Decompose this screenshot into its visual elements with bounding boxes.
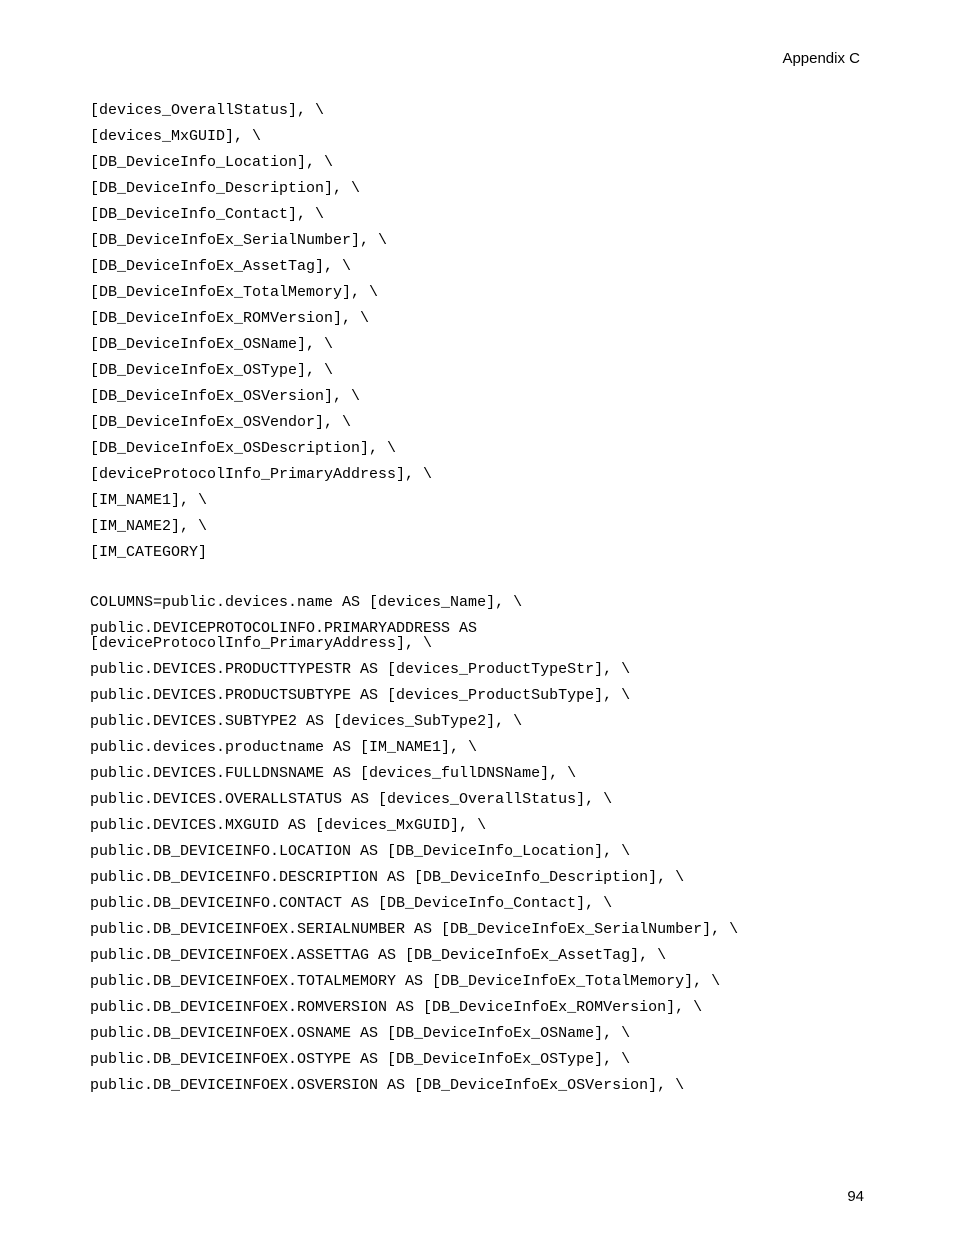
code-line: [IM_NAME2], \	[90, 513, 864, 539]
code-line: public.devices.productname AS [IM_NAME1]…	[90, 734, 864, 760]
code-line: [DB_DeviceInfo_Contact], \	[90, 201, 864, 227]
code-line: public.DEVICES.PRODUCTSUBTYPE AS [device…	[90, 682, 864, 708]
code-line: [DB_DeviceInfoEx_OSDescription], \	[90, 435, 864, 461]
code-line: [devices_OverallStatus], \	[90, 97, 864, 123]
code-line: [deviceProtocolInfo_PrimaryAddress], \	[90, 461, 864, 487]
code-line: [DB_DeviceInfoEx_OSType], \	[90, 357, 864, 383]
code-line: public.DB_DEVICEINFOEX.ROMVERSION AS [DB…	[90, 994, 864, 1020]
appendix-header: Appendix C	[90, 50, 864, 67]
code-line: [DB_DeviceInfoEx_OSName], \	[90, 331, 864, 357]
code-line: public.DB_DEVICEINFOEX.OSTYPE AS [DB_Dev…	[90, 1046, 864, 1072]
code-line: public.DB_DEVICEINFO.DESCRIPTION AS [DB_…	[90, 864, 864, 890]
code-line: public.DB_DEVICEINFOEX.OSVERSION AS [DB_…	[90, 1072, 864, 1098]
code-line: public.DEVICES.FULLDNSNAME AS [devices_f…	[90, 760, 864, 786]
page-number: 94	[847, 1188, 864, 1205]
code-line: public.DEVICEPROTOCOLINFO.PRIMARYADDRESS…	[90, 615, 864, 656]
code-line: [DB_DeviceInfo_Description], \	[90, 175, 864, 201]
code-line: [devices_MxGUID], \	[90, 123, 864, 149]
page-container: Appendix C [devices_OverallStatus], \[de…	[0, 0, 954, 1235]
code-line: public.DEVICES.SUBTYPE2 AS [devices_SubT…	[90, 708, 864, 734]
code-block: [devices_OverallStatus], \[devices_MxGUI…	[90, 97, 864, 1098]
code-line: public.DB_DEVICEINFOEX.SERIALNUMBER AS […	[90, 916, 864, 942]
code-line: [IM_NAME1], \	[90, 487, 864, 513]
blank-line	[90, 565, 864, 589]
code-line: COLUMNS=public.devices.name AS [devices_…	[90, 589, 864, 615]
code-line: [DB_DeviceInfoEx_OSVersion], \	[90, 383, 864, 409]
code-line: [DB_DeviceInfoEx_SerialNumber], \	[90, 227, 864, 253]
code-line: public.DB_DEVICEINFOEX.OSNAME AS [DB_Dev…	[90, 1020, 864, 1046]
code-line: [DB_DeviceInfoEx_ROMVersion], \	[90, 305, 864, 331]
code-line: [DB_DeviceInfoEx_AssetTag], \	[90, 253, 864, 279]
code-line: [DB_DeviceInfoEx_TotalMemory], \	[90, 279, 864, 305]
code-line: [IM_CATEGORY]	[90, 539, 864, 565]
code-line: public.DB_DEVICEINFOEX.ASSETTAG AS [DB_D…	[90, 942, 864, 968]
code-line: [DB_DeviceInfoEx_OSVendor], \	[90, 409, 864, 435]
code-line: public.DEVICES.PRODUCTTYPESTR AS [device…	[90, 656, 864, 682]
code-line: public.DB_DEVICEINFOEX.TOTALMEMORY AS [D…	[90, 968, 864, 994]
code-line: public.DEVICES.MXGUID AS [devices_MxGUID…	[90, 812, 864, 838]
code-line: public.DB_DEVICEINFO.LOCATION AS [DB_Dev…	[90, 838, 864, 864]
code-line: public.DB_DEVICEINFO.CONTACT AS [DB_Devi…	[90, 890, 864, 916]
code-line: [DB_DeviceInfo_Location], \	[90, 149, 864, 175]
code-line: public.DEVICES.OVERALLSTATUS AS [devices…	[90, 786, 864, 812]
